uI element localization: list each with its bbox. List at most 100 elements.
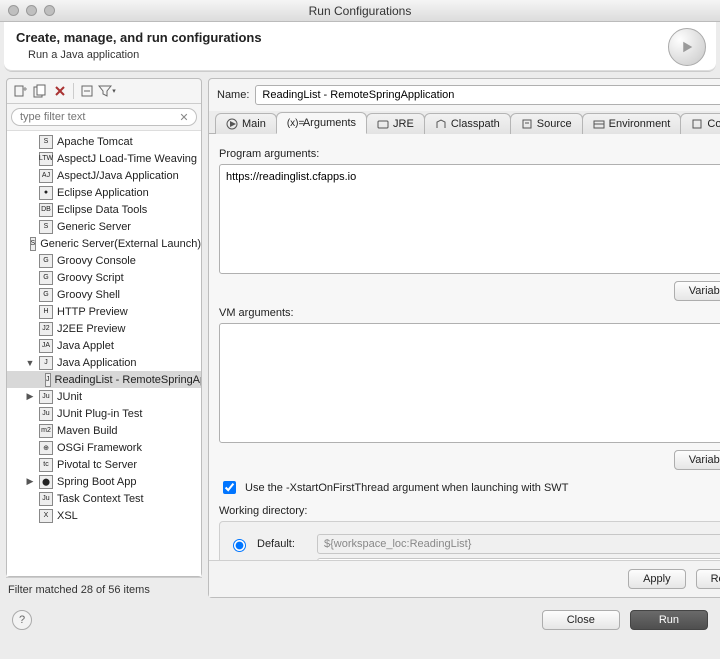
swt-checkbox-label[interactable]: Use the -XstartOnFirstThread argument wh… — [245, 482, 568, 494]
tab-arguments[interactable]: (x)= Arguments — [276, 112, 367, 134]
tree-item[interactable]: SGeneric Server(External Launch) — [7, 235, 201, 252]
run-button[interactable]: Run — [630, 610, 708, 630]
wd-default-label[interactable]: Default: — [257, 538, 309, 550]
junit-icon: Ju — [39, 390, 53, 404]
tree-item[interactable]: SApache Tomcat — [7, 133, 201, 150]
disclosure-icon[interactable]: ▼ — [25, 358, 35, 368]
xsl-icon: X — [39, 509, 53, 523]
dialog-title: Create, manage, and run configurations — [16, 30, 704, 45]
name-label: Name: — [217, 89, 249, 101]
tree-item-label: Spring Boot App — [57, 476, 137, 488]
tree-item[interactable]: tcPivotal tc Server — [7, 456, 201, 473]
tree-item-label: Groovy Script — [57, 272, 124, 284]
jre-tab-icon — [377, 118, 389, 130]
tab-label: JRE — [393, 118, 414, 130]
tree-item[interactable]: DBEclipse Data Tools — [7, 201, 201, 218]
program-args-input[interactable] — [219, 164, 720, 274]
tab-main[interactable]: Main — [215, 113, 277, 134]
close-button[interactable]: Close — [542, 610, 620, 630]
arguments-tab-icon: (x)= — [287, 117, 299, 129]
tree-item[interactable]: ▼JJava Application — [7, 354, 201, 371]
tree-item[interactable]: ⊕OSGi Framework — [7, 439, 201, 456]
tree-item[interactable]: JAJava Applet — [7, 337, 201, 354]
tab-label: Main — [242, 118, 266, 130]
tab-environment[interactable]: Environment — [582, 113, 682, 134]
tree-item-label: Groovy Shell — [57, 289, 120, 301]
tree-item[interactable]: GGroovy Console — [7, 252, 201, 269]
tree-item[interactable]: JuTask Context Test — [7, 490, 201, 507]
tree-item-label: Eclipse Data Tools — [57, 204, 147, 216]
tab-common[interactable]: Common — [680, 113, 720, 134]
tree-item-label: Generic Server — [57, 221, 131, 233]
tree-item[interactable]: HHTTP Preview — [7, 303, 201, 320]
dialog-subtitle: Run a Java application — [28, 49, 704, 61]
disclosure-icon[interactable]: ▶ — [25, 476, 35, 487]
groovy-icon: G — [39, 271, 53, 285]
tree-item[interactable]: J ReadingList - RemoteSpringApplication — [7, 371, 201, 388]
new-config-button[interactable] — [11, 82, 29, 100]
program-args-label: Program arguments: — [219, 148, 720, 160]
source-tab-icon — [521, 118, 533, 130]
eclipse-icon: ● — [39, 186, 53, 200]
tab-label: Common — [707, 118, 720, 130]
tree-item-label: Eclipse Application — [57, 187, 149, 199]
server-icon: S — [39, 220, 53, 234]
tree-item[interactable]: S Generic Server — [7, 218, 201, 235]
apply-revert-row: Apply Revert — [209, 560, 720, 597]
program-args-variables-button[interactable]: Variables... — [674, 281, 720, 301]
tree-item[interactable]: G Groovy Script — [7, 269, 201, 286]
swt-checkbox[interactable] — [223, 481, 236, 494]
filter-input[interactable] — [11, 108, 197, 126]
tab-label: Classpath — [451, 118, 500, 130]
clear-filter-icon[interactable]: ✕ — [177, 110, 191, 124]
delete-config-button[interactable] — [51, 82, 69, 100]
tree-item[interactable]: X XSL — [7, 507, 201, 524]
run-hero-icon — [668, 28, 706, 66]
tree-item-label: ReadingList - RemoteSpringApplication — [55, 374, 202, 386]
classpath-tab-icon — [435, 118, 447, 130]
tree-item[interactable]: m2Maven Build — [7, 422, 201, 439]
tree-item-label: XSL — [57, 510, 78, 522]
config-editor: Name: Main (x)= Arguments JRE Classpath Sourc… — [208, 78, 720, 598]
tree-item[interactable]: J2J2EE Preview — [7, 320, 201, 337]
groovy-icon: G — [39, 288, 53, 302]
java-icon: J — [45, 373, 51, 387]
wd-default-radio[interactable] — [233, 539, 246, 552]
tab-label: Arguments — [303, 117, 356, 129]
tree-item[interactable]: ▶JuJUnit — [7, 388, 201, 405]
tree-item[interactable]: ● Eclipse Application — [7, 184, 201, 201]
tree-item-label: AspectJ/Java Application — [57, 170, 179, 182]
junit-icon: Ju — [39, 407, 53, 421]
tree-item[interactable]: AJ AspectJ/Java Application — [7, 167, 201, 184]
arguments-panel: Program arguments: Variables... VM argum… — [209, 134, 720, 560]
disclosure-icon[interactable]: ▶ — [25, 391, 35, 402]
tree-item-label: OSGi Framework — [57, 442, 142, 454]
tc-icon: tc — [39, 458, 53, 472]
tree-item[interactable]: LTWAspectJ Load-Time Weaving — [7, 150, 201, 167]
tree-item-label: Groovy Console — [57, 255, 136, 267]
revert-button[interactable]: Revert — [696, 569, 720, 589]
tab-classpath[interactable]: Classpath — [424, 113, 511, 134]
tree-item-label: Generic Server(External Launch) — [40, 238, 201, 250]
apply-button[interactable]: Apply — [628, 569, 686, 589]
vm-args-variables-button[interactable]: Variables... — [674, 450, 720, 470]
tab-source[interactable]: Source — [510, 113, 583, 134]
tree-item[interactable]: G Groovy Shell — [7, 286, 201, 303]
collapse-all-button[interactable] — [78, 82, 96, 100]
tab-jre[interactable]: JRE — [366, 113, 425, 134]
common-tab-icon — [691, 118, 703, 130]
help-icon[interactable]: ? — [12, 610, 32, 630]
wd-default-value — [317, 534, 720, 554]
tree-item-label: HTTP Preview — [57, 306, 128, 318]
tree-item[interactable]: ▶⬤Spring Boot App — [7, 473, 201, 490]
aj-icon: AJ — [39, 169, 53, 183]
config-tree[interactable]: SApache TomcatLTWAspectJ Load-Time Weavi… — [7, 130, 201, 576]
tree-item[interactable]: JuJUnit Plug-in Test — [7, 405, 201, 422]
dialog-header: Create, manage, and run configurations R… — [4, 22, 716, 72]
filter-menu-button[interactable]: ▾ — [98, 82, 116, 100]
tree-item-label: Java Application — [57, 357, 137, 369]
working-dir-group: Default: Other: Workspace... File System… — [219, 521, 720, 560]
vm-args-input[interactable] — [219, 323, 720, 443]
name-input[interactable] — [255, 85, 720, 105]
duplicate-config-button[interactable] — [31, 82, 49, 100]
